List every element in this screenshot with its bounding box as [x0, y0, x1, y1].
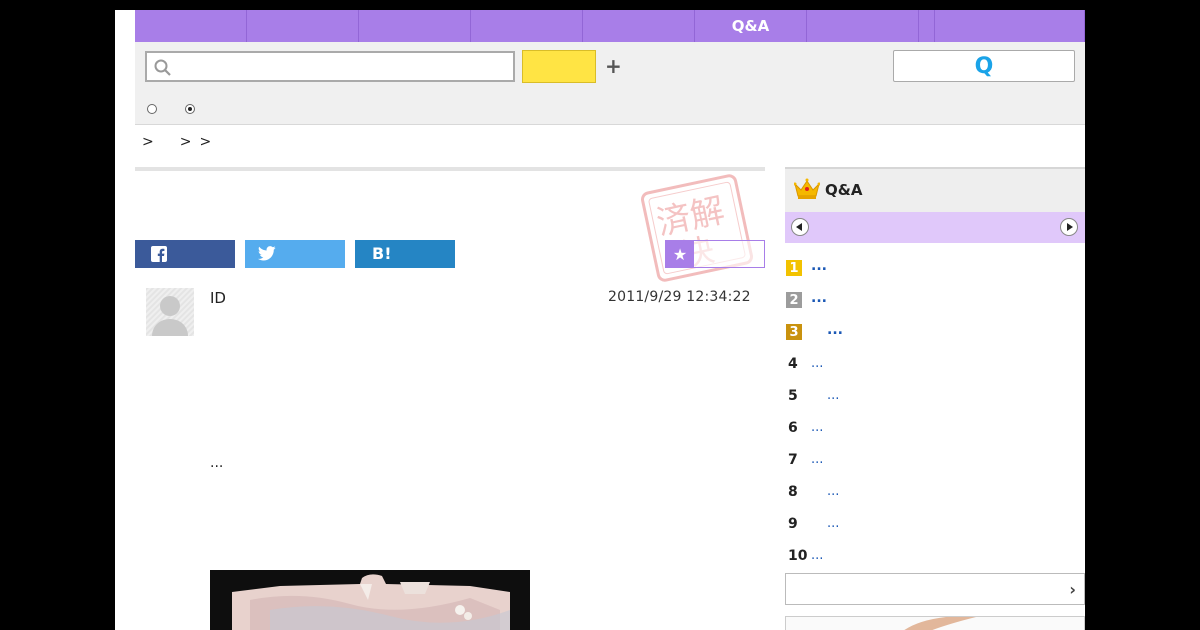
- favorite-button[interactable]: ★: [665, 240, 765, 268]
- twitter-icon: [257, 246, 276, 265]
- ranking-link[interactable]: ...: [811, 290, 827, 306]
- ranking-item[interactable]: 7...: [785, 452, 1085, 484]
- ranking-item[interactable]: 9...: [785, 516, 1085, 548]
- star-icon: ★: [666, 241, 694, 267]
- ranking-header: Q&A: [785, 167, 1085, 212]
- question-body: ...: [210, 455, 224, 471]
- breadcrumb: > > >: [142, 134, 217, 150]
- ranking-more-button[interactable]: ›: [785, 573, 1085, 605]
- search-input[interactable]: [177, 55, 511, 79]
- ranking-item[interactable]: 3...: [785, 322, 1085, 356]
- chevron-right-icon: ›: [1069, 580, 1076, 599]
- question-image[interactable]: [210, 570, 530, 630]
- post-date: 2011/9/29 12:34:22: [608, 289, 751, 305]
- nav-item-2[interactable]: [247, 10, 359, 42]
- ranking-item[interactable]: 6...: [785, 420, 1085, 452]
- ranking-number: 8: [788, 484, 798, 500]
- ranking-number: 1: [786, 260, 802, 276]
- ranking-number: 4: [788, 356, 798, 372]
- search-scope-radio-2[interactable]: [185, 104, 195, 114]
- ranking-number: 7: [788, 452, 798, 468]
- nav-item-9[interactable]: [935, 10, 1085, 42]
- ranking-item[interactable]: 2...: [785, 290, 1085, 324]
- nav-item-4[interactable]: [471, 10, 583, 42]
- ranking-next-button[interactable]: [1060, 218, 1078, 236]
- ranking-link[interactable]: ...: [827, 516, 839, 531]
- title-divider: [135, 167, 765, 171]
- ranking-item[interactable]: 1...: [785, 258, 1085, 292]
- ranking-link[interactable]: ...: [827, 322, 843, 338]
- hatena-label: B!: [372, 244, 392, 263]
- ranking-number: 10: [788, 548, 808, 564]
- ranking-number: 2: [786, 292, 802, 308]
- hatena-bookmark-button[interactable]: B!: [355, 240, 455, 268]
- ranking-item[interactable]: 5...: [785, 388, 1085, 420]
- ranking-link[interactable]: ...: [827, 484, 839, 499]
- ranking-number: 6: [788, 420, 798, 436]
- ranking-link[interactable]: ...: [811, 356, 823, 371]
- ranking-nav: [785, 212, 1085, 243]
- crown-icon: [793, 178, 821, 204]
- search-button[interactable]: [522, 50, 596, 83]
- ranking-title: Q&A: [825, 181, 863, 199]
- nav-item-5[interactable]: [583, 10, 695, 42]
- page: Q&A + Q > > > 済解 決: [115, 10, 1085, 630]
- breadcrumb-sep: >: [142, 134, 154, 150]
- ranking-number: 3: [786, 324, 802, 340]
- search-band: + Q: [135, 42, 1085, 125]
- avatar: [146, 288, 194, 336]
- nav-item-6[interactable]: Q&A: [695, 10, 807, 42]
- ranking-link[interactable]: ...: [811, 258, 827, 274]
- nav-item-8[interactable]: [919, 10, 935, 42]
- search-field[interactable]: [145, 51, 515, 82]
- ranking-link[interactable]: ...: [827, 388, 839, 403]
- ranking-number: 5: [788, 388, 798, 404]
- breadcrumb-sep: >: [199, 134, 212, 150]
- ranking-number: 9: [788, 516, 798, 532]
- facebook-share-button[interactable]: [135, 240, 235, 268]
- nav-item-3[interactable]: [359, 10, 471, 42]
- search-options-plus-button[interactable]: +: [605, 54, 622, 78]
- facebook-icon: [151, 246, 167, 266]
- search-icon: [154, 59, 172, 81]
- ranking-link[interactable]: ...: [811, 452, 823, 467]
- ranking-list: 1... 2... 3... 4... 5... 6... 7... 8... 9... 10..…: [785, 258, 1085, 580]
- top-nav: Q&A: [135, 10, 1085, 42]
- user-id[interactable]: ID: [210, 289, 226, 307]
- ask-question-button[interactable]: Q: [893, 50, 1075, 82]
- search-scope-radio-1[interactable]: [147, 104, 157, 114]
- ranking-link[interactable]: ...: [811, 420, 823, 435]
- breadcrumb-sep: >: [179, 134, 192, 150]
- ranking-item[interactable]: 4...: [785, 356, 1085, 388]
- ranking-prev-button[interactable]: [791, 218, 809, 236]
- twitter-share-button[interactable]: [245, 240, 345, 268]
- nav-item-1[interactable]: [135, 10, 247, 42]
- nav-item-7[interactable]: [807, 10, 919, 42]
- ranking-link[interactable]: ...: [811, 548, 823, 563]
- ranking-item[interactable]: 8...: [785, 484, 1085, 516]
- ad-banner[interactable]: [785, 616, 1085, 630]
